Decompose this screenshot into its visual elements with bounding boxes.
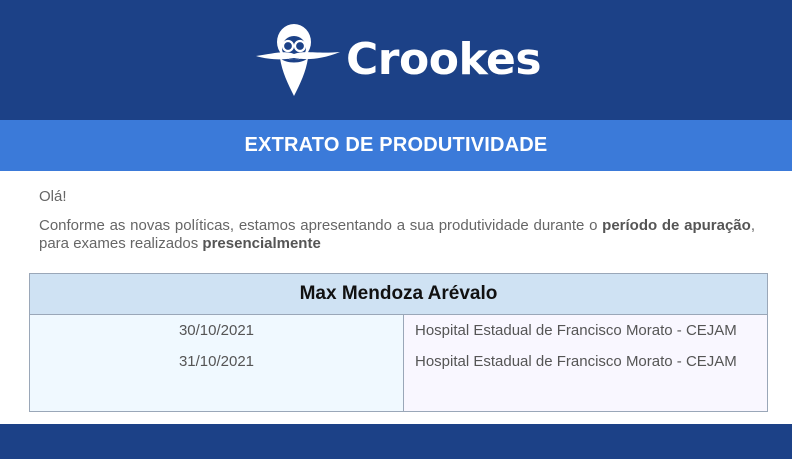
date-column: 30/10/2021 31/10/2021 (30, 315, 404, 411)
hospital-cell: Hospital Estadual de Francisco Morato - … (415, 353, 737, 370)
intro-bold-mode: presencialmente (202, 235, 321, 252)
email-footer (0, 424, 792, 459)
brand-logo: Crookes (254, 20, 542, 100)
hospital-cell: Hospital Estadual de Francisco Morato - … (415, 322, 737, 339)
doctor-name: Max Mendoza Arévalo (299, 283, 498, 304)
message-body: Olá! Conforme as novas políticas, estamo… (39, 187, 755, 253)
page-title: EXTRATO DE PRODUTIVIDADE (244, 134, 548, 156)
intro-text-1: Conforme as novas políticas, estamos apr… (39, 217, 603, 234)
date-cell: 31/10/2021 (178, 353, 255, 370)
table-header: Max Mendoza Arévalo (30, 274, 767, 315)
productivity-table: Max Mendoza Arévalo 30/10/2021 31/10/202… (29, 273, 768, 412)
bearded-scientist-logo-icon (256, 24, 340, 96)
intro-paragraph: Conforme as novas políticas, estamos apr… (39, 217, 755, 253)
table-body: 30/10/2021 31/10/2021 Hospital Estadual … (30, 315, 767, 411)
greeting-text: Olá! (39, 188, 67, 205)
brand-name: Crookes (346, 34, 542, 85)
hospital-column: Hospital Estadual de Francisco Morato - … (404, 315, 767, 411)
date-cell: 30/10/2021 (178, 322, 255, 339)
email-header: Crookes (0, 0, 792, 120)
intro-bold-period: período de apuração (602, 217, 751, 234)
page-title-bar: EXTRATO DE PRODUTIVIDADE (0, 120, 792, 171)
